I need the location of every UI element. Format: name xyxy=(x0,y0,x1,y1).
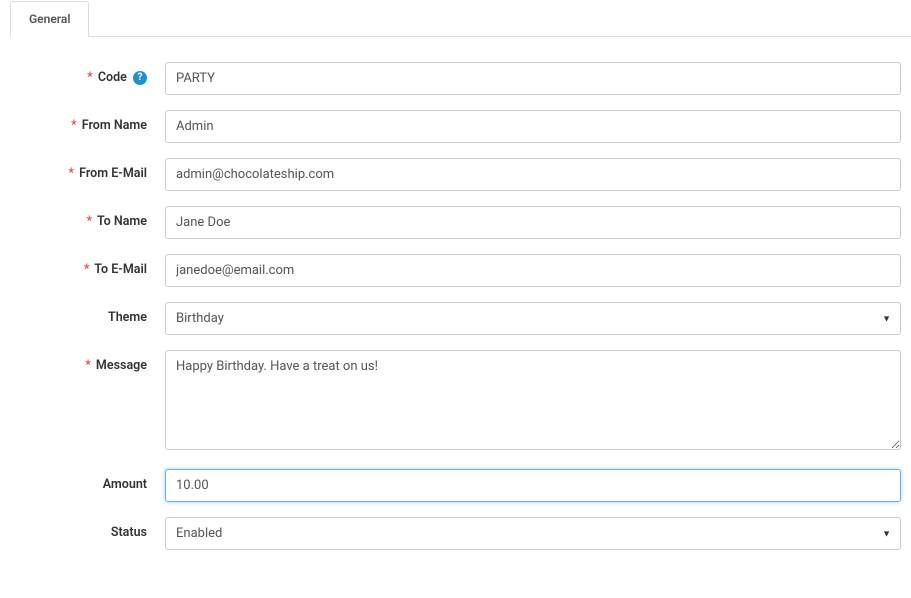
status-select[interactable]: Enabled xyxy=(165,517,901,550)
row-message: * Message Happy Birthday. Have a treat o… xyxy=(10,350,901,454)
row-to-email: * To E-Mail xyxy=(10,254,901,287)
to-email-input[interactable] xyxy=(165,254,901,287)
status-select-wrapper: Enabled xyxy=(165,517,901,550)
amount-input[interactable] xyxy=(165,469,901,502)
label-from-email: * From E-Mail xyxy=(10,158,165,181)
row-amount: Amount xyxy=(10,469,901,502)
required-mark: * xyxy=(84,262,90,277)
from-name-input[interactable] xyxy=(165,110,901,143)
theme-select[interactable]: Birthday xyxy=(165,302,901,335)
label-to-email: * To E-Mail xyxy=(10,254,165,277)
label-amount-text: Amount xyxy=(103,477,147,492)
to-name-input[interactable] xyxy=(165,206,901,239)
label-status: Status xyxy=(10,517,165,540)
row-from-name: * From Name xyxy=(10,110,901,143)
label-theme: Theme xyxy=(10,302,165,325)
row-theme: Theme Birthday xyxy=(10,302,901,335)
label-message-text: Message xyxy=(96,358,147,373)
row-from-email: * From E-Mail xyxy=(10,158,901,191)
label-message: * Message xyxy=(10,350,165,373)
label-code: * Code ? xyxy=(10,62,165,85)
from-email-input[interactable] xyxy=(165,158,901,191)
label-code-text: Code xyxy=(98,70,127,85)
general-form: * Code ? * From Name * From E-Mail * To … xyxy=(0,37,911,575)
tab-general[interactable]: General xyxy=(10,1,89,37)
row-status: Status Enabled xyxy=(10,517,901,550)
label-from-email-text: From E-Mail xyxy=(79,166,147,181)
label-amount: Amount xyxy=(10,469,165,492)
help-icon[interactable]: ? xyxy=(133,71,147,85)
code-input[interactable] xyxy=(165,62,901,95)
row-to-name: * To Name xyxy=(10,206,901,239)
required-mark: * xyxy=(87,70,93,85)
required-mark: * xyxy=(71,118,77,133)
label-theme-text: Theme xyxy=(108,310,147,325)
required-mark: * xyxy=(85,358,91,373)
required-mark: * xyxy=(87,214,93,229)
row-code: * Code ? xyxy=(10,62,901,95)
label-from-name-text: From Name xyxy=(82,118,147,133)
label-to-name: * To Name xyxy=(10,206,165,229)
required-mark: * xyxy=(68,166,74,181)
theme-select-wrapper: Birthday xyxy=(165,302,901,335)
label-to-email-text: To E-Mail xyxy=(94,262,147,277)
tabs: General xyxy=(10,0,911,37)
label-from-name: * From Name xyxy=(10,110,165,133)
label-status-text: Status xyxy=(111,525,147,540)
message-textarea[interactable]: Happy Birthday. Have a treat on us! xyxy=(165,350,901,450)
label-to-name-text: To Name xyxy=(97,214,147,229)
